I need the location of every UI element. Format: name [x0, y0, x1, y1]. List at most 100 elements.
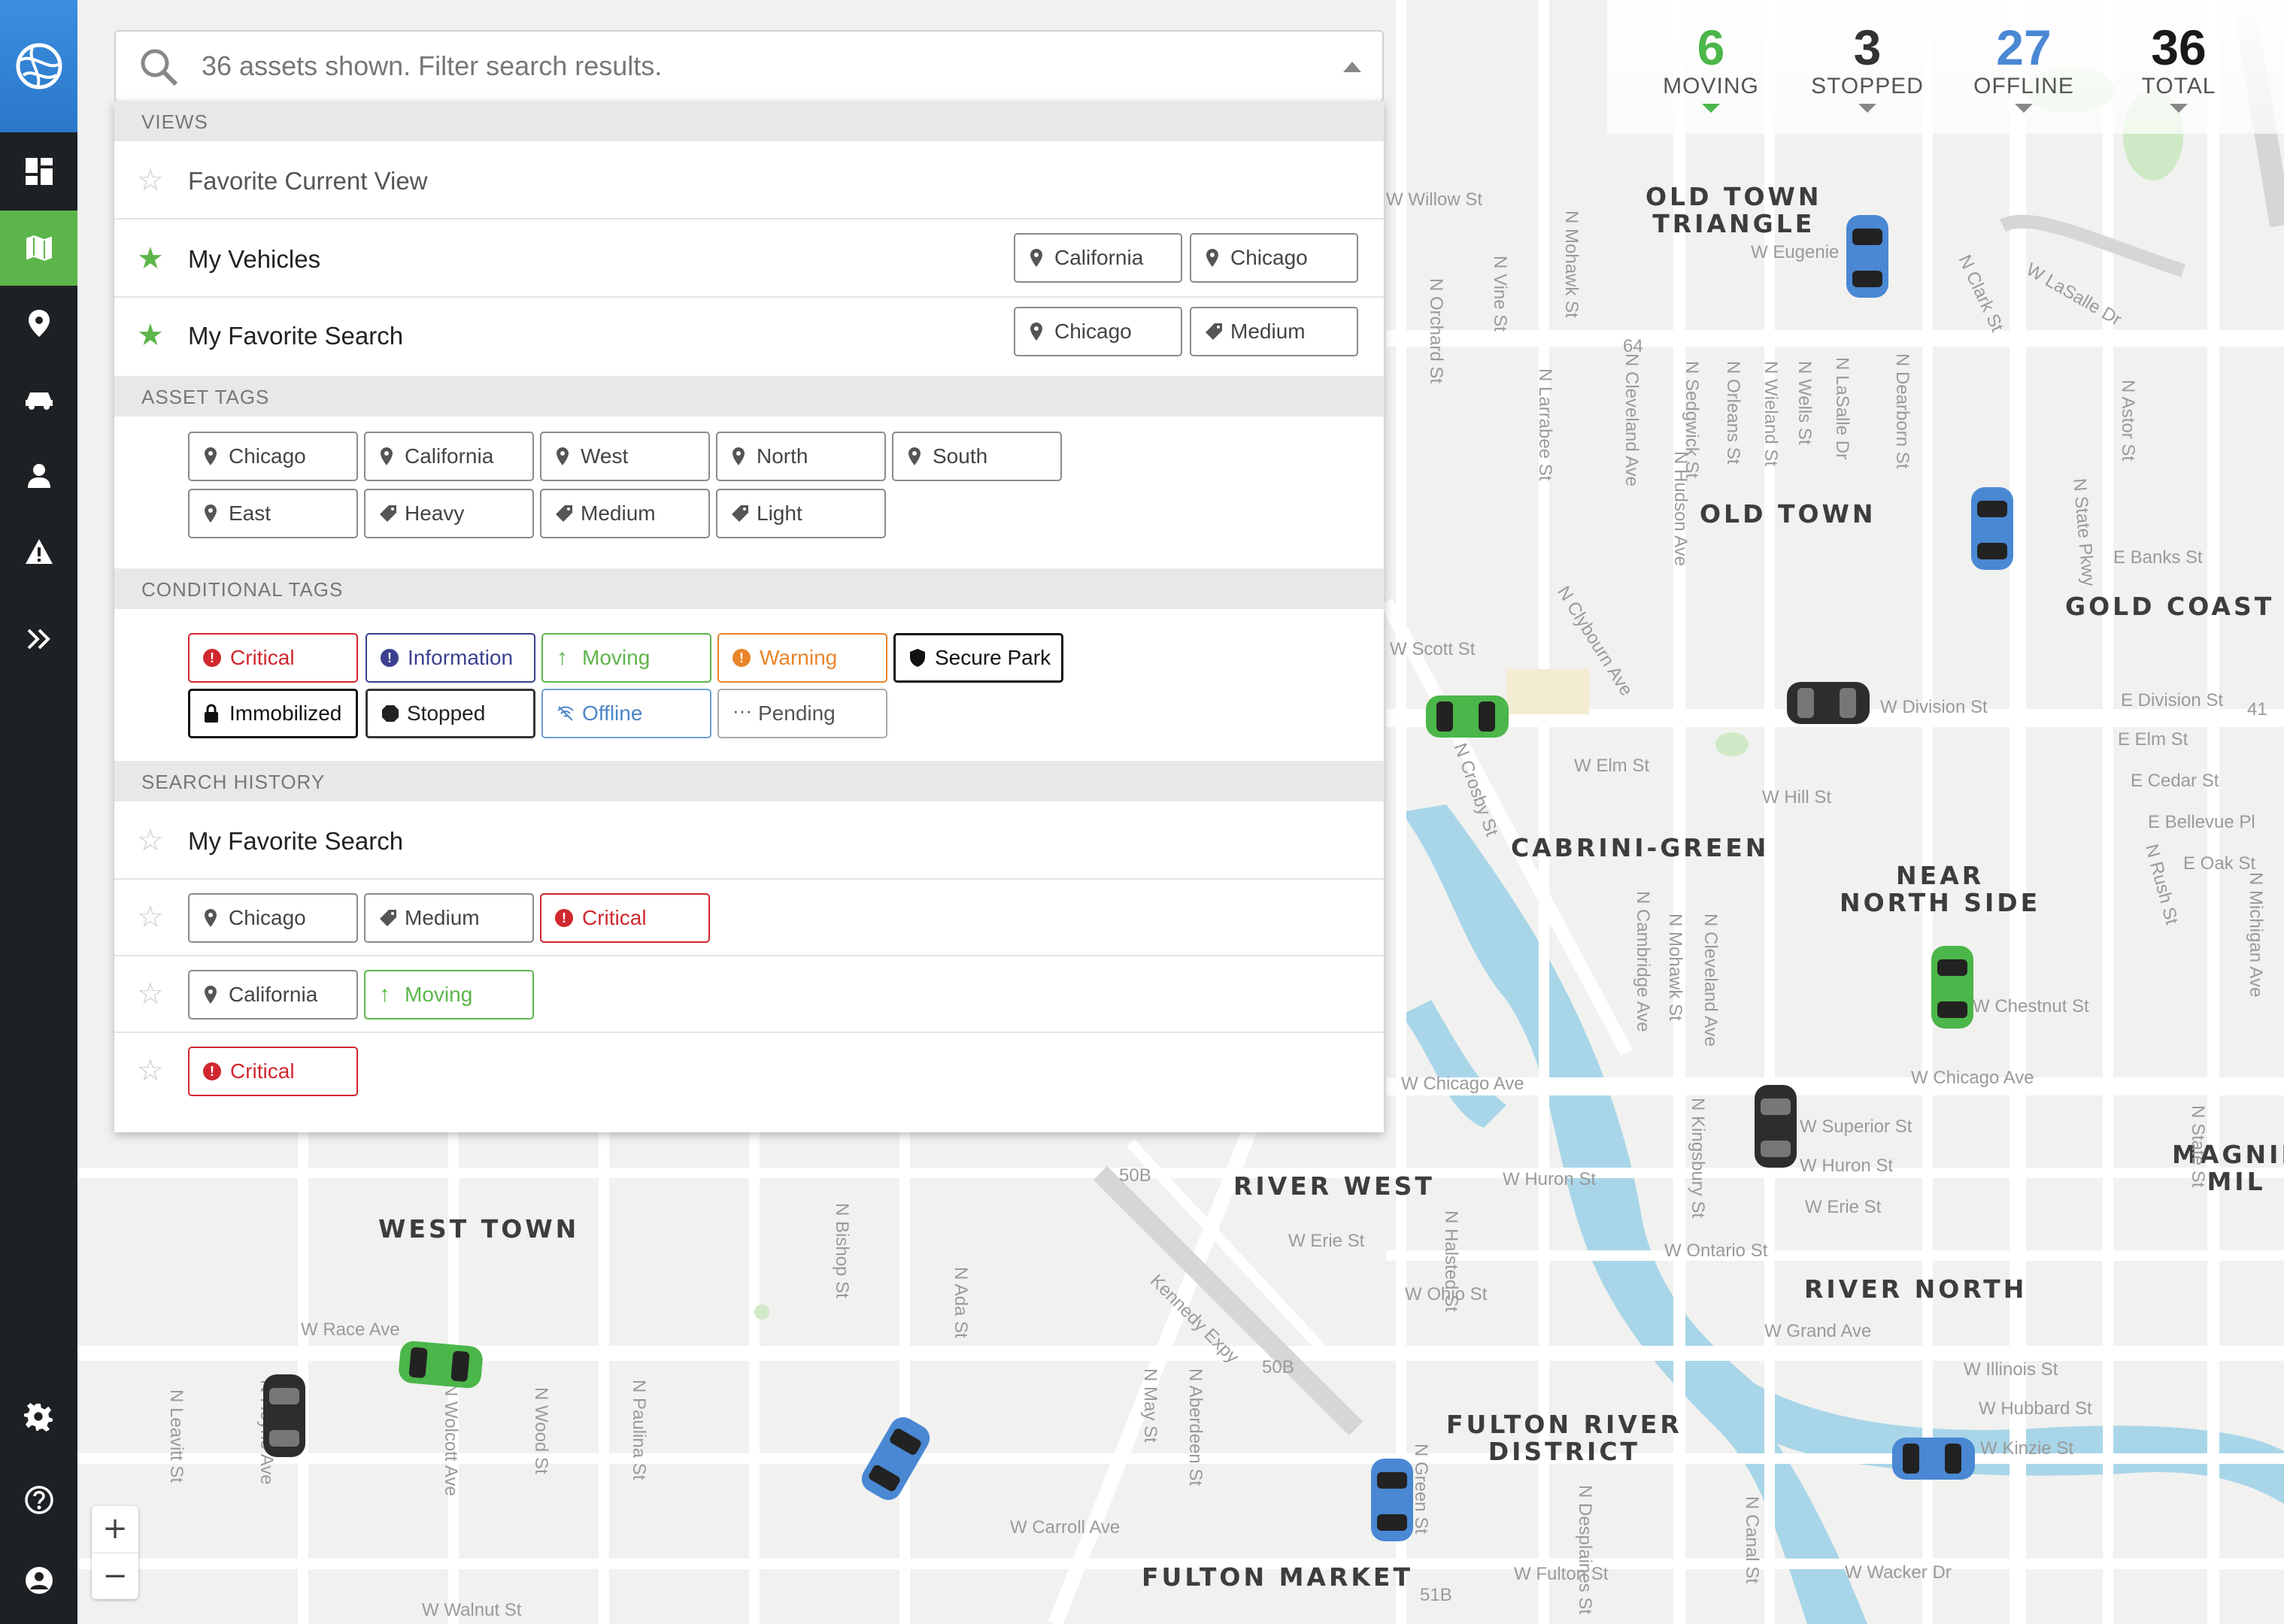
vehicle-marker-moving[interactable] [1931, 946, 1973, 1029]
view-my-vehicles[interactable]: ★ My Vehicles California Chicago [114, 220, 1384, 298]
nav-account[interactable] [0, 1543, 77, 1618]
nav-locations[interactable] [0, 286, 77, 361]
tag-label: Medium [405, 906, 480, 929]
exclamation-circle-icon: ! [203, 649, 221, 667]
vehicle-marker-offline[interactable] [1846, 215, 1888, 298]
asset-tag-south[interactable]: South [892, 432, 1062, 481]
tag-critical[interactable]: ! Critical [188, 1047, 358, 1096]
street-label: N Desplaines St [1575, 1485, 1595, 1615]
nav-expand[interactable] [0, 601, 77, 677]
conditional-tag-pending[interactable]: ··· Pending [717, 689, 887, 738]
street-label: W Hubbard St [1979, 1398, 2092, 1419]
star-outline-icon[interactable]: ☆ [137, 165, 164, 195]
zoom-out-button[interactable]: − [92, 1553, 138, 1599]
price-tag-icon [731, 504, 748, 523]
nav-alerts[interactable] [0, 514, 77, 589]
tag-location[interactable]: California [188, 970, 358, 1020]
street-label: W Carroll Ave [1010, 1517, 1121, 1538]
asset-tag-north[interactable]: North [716, 432, 886, 481]
favorite-current-view-row[interactable]: ☆ Favorite Current View [114, 141, 1384, 220]
price-tag-icon [1205, 322, 1222, 341]
vehicle-marker-offline[interactable] [1971, 487, 2013, 570]
counter-offline[interactable]: 27 OFFLINE [1949, 21, 2099, 113]
asset-tag-east[interactable]: East [188, 489, 358, 538]
street-label: N Michigan Ave [2246, 872, 2266, 998]
tag-label: Moving [405, 983, 473, 1006]
zoom-in-button[interactable]: + [92, 1506, 138, 1553]
neighborhood-river-north: RIVER NORTH [1804, 1274, 2028, 1304]
star-filled-icon[interactable]: ★ [137, 320, 164, 350]
star-outline-icon[interactable]: ☆ [137, 979, 164, 1009]
vehicle-marker-offline[interactable] [1371, 1459, 1413, 1541]
star-outline-icon[interactable]: ☆ [137, 1056, 164, 1086]
street-label: N Green St [1411, 1444, 1431, 1535]
highway-label: 64 [1623, 336, 1643, 356]
tag-critical[interactable]: ! Critical [540, 893, 710, 943]
vehicle-marker-moving[interactable] [397, 1340, 484, 1389]
nav-vehicles[interactable] [0, 361, 77, 436]
chevron-down-icon [2015, 104, 2033, 113]
conditional-tag-stopped[interactable]: Stopped [366, 689, 535, 738]
asset-tag-west[interactable]: West [540, 432, 710, 481]
nav-help[interactable] [0, 1462, 77, 1538]
street-label: W Division St [1880, 697, 1988, 717]
nav-users[interactable] [0, 438, 77, 513]
nav-dashboard[interactable] [0, 134, 77, 209]
neighborhood-fulton-market: FULTON MARKET [1142, 1562, 1413, 1592]
tag-location[interactable]: Chicago [1014, 307, 1182, 356]
conditional-tag-immobilized[interactable]: Immobilized [188, 689, 358, 738]
asset-tag-light[interactable]: Light [716, 489, 886, 538]
history-favorite-row[interactable]: ☆ My Favorite Search [114, 801, 1384, 880]
counter-moving[interactable]: 6 MOVING [1636, 21, 1786, 113]
tag-location[interactable]: California [1014, 233, 1182, 283]
warning-icon [25, 539, 53, 564]
asset-tag-california[interactable]: California [364, 432, 534, 481]
star-filled-icon[interactable]: ★ [137, 244, 164, 274]
location-pin-icon [203, 908, 220, 928]
conditional-tag-offline[interactable]: Offline [541, 689, 711, 738]
offline-label: OFFLINE [1973, 74, 2074, 98]
price-tag-icon [379, 504, 396, 523]
tag-location[interactable]: Chicago [188, 893, 358, 943]
collapse-caret-icon[interactable] [1343, 62, 1361, 72]
sidebar [0, 0, 77, 1624]
user-icon [27, 464, 50, 488]
help-icon [24, 1486, 53, 1514]
search-icon [141, 49, 178, 86]
asset-tag-heavy[interactable]: Heavy [364, 489, 534, 538]
tag-weight[interactable]: Medium [364, 893, 534, 943]
exclamation-circle-icon: ! [203, 1062, 221, 1080]
conditional-tag-critical[interactable]: ! Critical [188, 633, 358, 683]
vehicle-marker-stopped[interactable] [1755, 1085, 1797, 1168]
tag-moving[interactable]: ↑ Moving [364, 970, 534, 1020]
conditional-tag-warning[interactable]: ! Warning [717, 633, 887, 683]
conditional-tag-moving[interactable]: ↑ Moving [541, 633, 711, 683]
street-label: N Halsted St [1441, 1210, 1461, 1312]
vehicle-marker-stopped[interactable] [1787, 682, 1870, 724]
conditional-tag-information[interactable]: ! Information [366, 633, 535, 683]
asset-tag-chicago[interactable]: Chicago [188, 432, 358, 481]
neighborhood-river-west: RIVER WEST [1233, 1171, 1435, 1201]
vehicle-marker-moving[interactable] [1426, 695, 1509, 738]
history-row[interactable]: ☆ Chicago Medium ! Critical [114, 880, 1384, 956]
vehicle-marker-offline[interactable] [1892, 1438, 1975, 1480]
globe-logo-icon [16, 43, 62, 89]
counter-total[interactable]: 36 TOTAL [2104, 21, 2254, 113]
asset-tag-medium[interactable]: Medium [540, 489, 710, 538]
nav-map[interactable] [0, 211, 77, 286]
vehicle-marker-stopped[interactable] [263, 1374, 305, 1457]
app-logo[interactable] [0, 0, 77, 132]
star-outline-icon[interactable]: ☆ [137, 826, 164, 856]
view-my-favorite-search[interactable]: ★ My Favorite Search Chicago Medium [114, 298, 1384, 376]
street-label: W Race Ave [301, 1320, 400, 1340]
history-row[interactable]: ☆ California ↑ Moving [114, 956, 1384, 1033]
history-row[interactable]: ☆ ! Critical [114, 1033, 1384, 1110]
search-input[interactable] [200, 45, 1253, 87]
highway-label: 50B [1262, 1357, 1294, 1377]
nav-settings[interactable] [0, 1380, 77, 1455]
counter-stopped[interactable]: 3 STOPPED [1792, 21, 1943, 113]
star-outline-icon[interactable]: ☆ [137, 902, 164, 932]
tag-location[interactable]: Chicago [1190, 233, 1358, 283]
conditional-tag-secure-park[interactable]: Secure Park [893, 633, 1063, 683]
tag-weight[interactable]: Medium [1190, 307, 1358, 356]
